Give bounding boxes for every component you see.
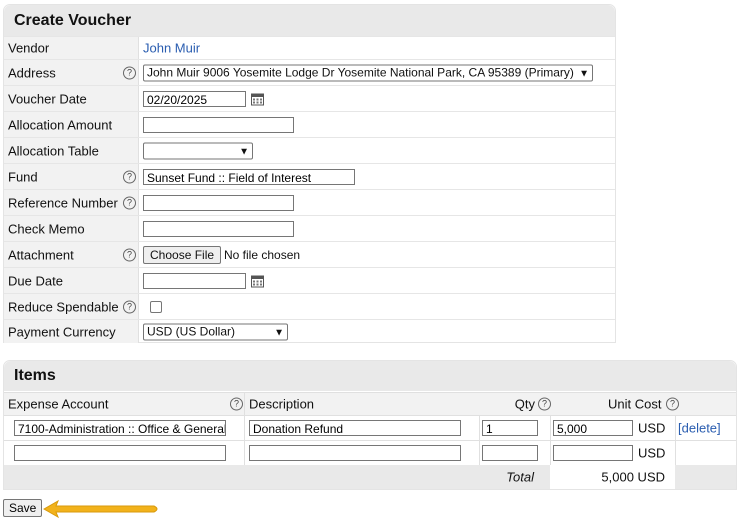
payment-currency-row: Payment Currency USD (US Dollar) ▼ — [4, 319, 615, 343]
help-icon[interactable]: ? — [123, 300, 136, 313]
allocation-table-select[interactable]: ▼ — [143, 142, 253, 159]
calendar-icon[interactable] — [251, 274, 264, 287]
create-voucher-panel: Create Voucher Vendor John Muir Address?… — [3, 4, 616, 343]
vendor-link[interactable]: John Muir — [143, 41, 200, 56]
arrow-pointer-icon — [42, 499, 158, 519]
qty-input[interactable]: 1 — [482, 420, 538, 436]
qty-input[interactable] — [482, 445, 538, 461]
chevron-down-icon: ▼ — [579, 68, 589, 79]
reduce-spendable-checkbox[interactable] — [150, 300, 162, 313]
total-value: 5,000 USD — [601, 469, 665, 485]
expense-account-input[interactable]: 7100-Administration :: Office & General — [14, 420, 226, 436]
reduce-spendable-label: Reduce Spendable — [8, 299, 119, 314]
allocation-amount-input[interactable] — [143, 116, 294, 133]
unit-cost-header: Unit Cost — [608, 396, 662, 412]
vendor-label: Vendor — [8, 40, 50, 56]
file-status-text: No file chosen — [224, 247, 301, 262]
description-input[interactable] — [249, 445, 461, 461]
fund-label: Fund — [8, 169, 38, 184]
calendar-icon[interactable] — [251, 92, 264, 105]
reference-number-label: Reference Number — [8, 195, 118, 210]
reference-number-input[interactable] — [143, 194, 294, 211]
chevron-down-icon: ▼ — [239, 146, 249, 157]
choose-file-button[interactable]: Choose File — [143, 245, 222, 264]
fund-row: Fund? Sunset Fund :: Field of Interest — [4, 163, 615, 189]
help-icon[interactable]: ? — [666, 397, 679, 411]
qty-header: Qty — [514, 396, 535, 412]
help-icon[interactable]: ? — [123, 196, 136, 209]
address-select[interactable]: John Muir 9006 Yosemite Lodge Dr Yosemit… — [143, 64, 593, 81]
items-title: Items — [4, 361, 736, 391]
address-label: Address — [8, 65, 56, 80]
currency-label: USD — [638, 420, 666, 436]
unit-cost-input[interactable] — [553, 445, 633, 461]
check-memo-label: Check Memo — [8, 221, 85, 236]
due-date-label: Due Date — [8, 273, 63, 288]
due-date-input[interactable] — [143, 272, 246, 289]
check-memo-row: Check Memo — [4, 215, 615, 241]
check-memo-input[interactable] — [143, 220, 294, 237]
help-icon[interactable]: ? — [230, 397, 243, 411]
unit-cost-input[interactable]: 5,000 — [553, 420, 633, 436]
chevron-down-icon: ▼ — [274, 327, 284, 338]
vendor-row: Vendor John Muir — [4, 36, 615, 59]
allocation-amount-label: Allocation Amount — [8, 117, 113, 132]
attachment-label: Attachment — [8, 247, 74, 262]
voucher-date-label: Voucher Date — [8, 91, 87, 106]
description-header: Description — [249, 396, 315, 412]
attachment-row: Attachment? Choose File No file chosen — [4, 241, 615, 267]
allocation-table-row: Allocation Table ▼ — [4, 137, 615, 163]
currency-label: USD — [638, 445, 666, 461]
voucher-date-input[interactable]: 02/20/2025 — [143, 90, 246, 107]
allocation-table-label: Allocation Table — [8, 143, 99, 158]
expense-account-header: Expense Account — [8, 396, 109, 412]
total-row: Total 5,000 USD — [4, 465, 736, 489]
help-icon[interactable]: ? — [123, 66, 136, 79]
help-icon[interactable]: ? — [123, 170, 136, 183]
due-date-row: Due Date — [4, 267, 615, 293]
save-button[interactable]: Save — [3, 499, 43, 517]
address-row: Address? John Muir 9006 Yosemite Lodge D… — [4, 59, 615, 85]
items-header-row: Expense Account ? Description Qty ? Unit… — [4, 392, 736, 415]
table-row: USD — [4, 440, 736, 465]
payment-currency-label: Payment Currency — [8, 324, 116, 339]
reduce-spendable-row: Reduce Spendable? — [4, 293, 615, 319]
expense-account-input[interactable] — [14, 445, 226, 461]
table-row: 7100-Administration :: Office & General … — [4, 415, 736, 440]
description-input[interactable]: Donation Refund — [249, 420, 461, 436]
create-voucher-title: Create Voucher — [4, 5, 615, 36]
fund-input[interactable]: Sunset Fund :: Field of Interest — [143, 168, 355, 185]
items-panel: Items Expense Account ? Description Qty … — [3, 360, 737, 490]
reference-number-row: Reference Number? — [4, 189, 615, 215]
allocation-amount-row: Allocation Amount — [4, 111, 615, 137]
help-icon[interactable]: ? — [123, 248, 136, 261]
payment-currency-select[interactable]: USD (US Dollar) ▼ — [143, 323, 288, 340]
total-label: Total — [506, 469, 534, 485]
voucher-date-row: Voucher Date 02/20/2025 — [4, 85, 615, 111]
delete-link[interactable]: [delete] — [678, 421, 721, 436]
